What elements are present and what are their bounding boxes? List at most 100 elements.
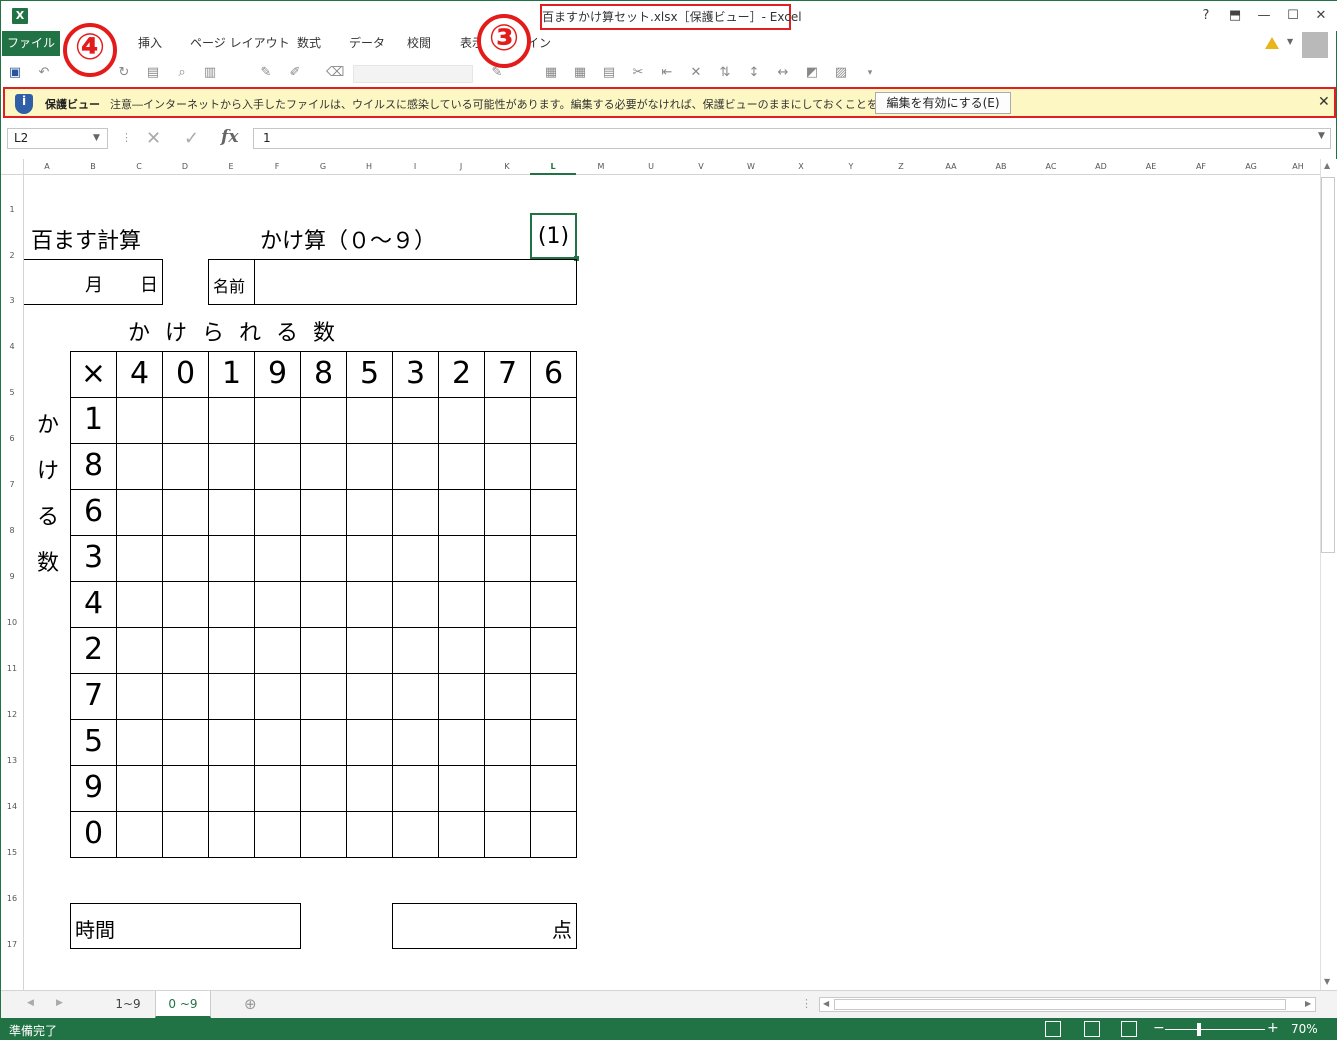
qat-font-box[interactable] [353, 65, 473, 83]
answer-cell[interactable] [392, 765, 439, 812]
column-header[interactable]: AG [1226, 159, 1276, 175]
answer-cell[interactable] [208, 673, 255, 720]
redo-icon[interactable]: ↻ [115, 64, 133, 82]
row-header[interactable]: 1 [1, 205, 23, 214]
row-header[interactable]: 6 [1, 434, 23, 443]
operator-cell[interactable]: × [70, 351, 117, 398]
column-header[interactable]: J [438, 159, 484, 175]
answer-cell[interactable] [484, 811, 531, 858]
expand-formula-icon[interactable]: ▼ [1318, 131, 1325, 141]
answer-cell[interactable] [438, 811, 485, 858]
column-header[interactable]: AD [1076, 159, 1126, 175]
answer-cell[interactable] [208, 765, 255, 812]
tab-data[interactable]: データ [349, 31, 385, 56]
tab-file[interactable]: ファイル [2, 31, 60, 56]
next-sheet-icon[interactable]: ▶ [56, 998, 63, 1008]
answer-cell[interactable] [162, 443, 209, 490]
column-header[interactable]: M [576, 159, 626, 175]
print-icon[interactable]: ▥ [201, 64, 219, 82]
answer-cell[interactable] [254, 627, 301, 674]
row-header[interactable]: 14 [1, 802, 23, 811]
zoom-out-icon[interactable]: − [1153, 1020, 1165, 1036]
ribbon-display-icon[interactable]: ⬒ [1222, 5, 1248, 27]
row-header[interactable]: 12 [1, 710, 23, 719]
answer-cell[interactable] [208, 397, 255, 444]
multiplier-cell[interactable]: 6 [70, 489, 117, 536]
row-header[interactable]: 9 [1, 572, 23, 581]
multiplier-cell[interactable]: 1 [70, 397, 117, 444]
answer-cell[interactable] [116, 765, 163, 812]
column-header[interactable]: W [726, 159, 776, 175]
column-header[interactable]: K [484, 159, 530, 175]
answer-cell[interactable] [162, 397, 209, 444]
answer-cell[interactable] [346, 811, 393, 858]
answer-cell[interactable] [346, 489, 393, 536]
column-header[interactable]: G [300, 159, 346, 175]
row-header[interactable]: 2 [1, 251, 23, 260]
column-header[interactable]: Y [826, 159, 876, 175]
answer-cell[interactable] [530, 627, 577, 674]
eraser-icon[interactable]: ⌫ [326, 64, 344, 82]
splitter-icon[interactable]: ⋮ [801, 997, 812, 1010]
multiplicand-cell[interactable]: 9 [254, 351, 301, 398]
column-header[interactable]: AF [1176, 159, 1226, 175]
answer-cell[interactable] [208, 581, 255, 628]
answer-cell[interactable] [346, 673, 393, 720]
selected-cell-L2[interactable]: (1) [530, 213, 577, 259]
horizontal-scrollbar[interactable]: ◀ ▶ [819, 997, 1316, 1012]
column-header[interactable]: X [776, 159, 826, 175]
answer-cell[interactable] [116, 443, 163, 490]
answer-cell[interactable] [254, 811, 301, 858]
col-width-icon[interactable]: ↔ [774, 64, 792, 82]
answer-cell[interactable] [208, 811, 255, 858]
answer-cell[interactable] [116, 719, 163, 766]
answer-cell[interactable] [300, 673, 347, 720]
answer-cell[interactable] [116, 811, 163, 858]
answer-cell[interactable] [392, 535, 439, 582]
answer-cell[interactable] [300, 765, 347, 812]
answer-cell[interactable] [300, 535, 347, 582]
chevron-down-icon[interactable]: ▼ [93, 128, 100, 149]
cut-cells-icon[interactable]: ✂ [629, 64, 647, 82]
answer-cell[interactable] [530, 489, 577, 536]
avatar[interactable] [1302, 32, 1328, 58]
answer-cell[interactable] [116, 397, 163, 444]
answer-cell[interactable] [162, 673, 209, 720]
tab-formulas[interactable]: 数式 [297, 31, 321, 56]
answer-cell[interactable] [530, 719, 577, 766]
answer-cell[interactable] [300, 811, 347, 858]
answer-cell[interactable] [162, 581, 209, 628]
answer-cell[interactable] [116, 535, 163, 582]
answer-cell[interactable] [346, 443, 393, 490]
sort-icon[interactable]: ⇅ [716, 64, 734, 82]
column-header[interactable]: I [392, 159, 438, 175]
row-header[interactable]: 4 [1, 342, 23, 351]
row-header[interactable]: 7 [1, 480, 23, 489]
answer-cell[interactable] [484, 443, 531, 490]
row-height-icon[interactable]: ↕ [745, 64, 763, 82]
tab-insert[interactable]: 挿入 [138, 31, 162, 56]
row-header[interactable]: 11 [1, 664, 23, 673]
cancel-icon[interactable]: ✕ [146, 128, 161, 149]
answer-cell[interactable] [438, 489, 485, 536]
multiplicand-cell[interactable]: 7 [484, 351, 531, 398]
column-header-active[interactable]: L [530, 159, 576, 175]
column-header[interactable]: V [676, 159, 726, 175]
answer-cell[interactable] [530, 765, 577, 812]
add-sheet-icon[interactable]: ⊕ [244, 995, 257, 1013]
tab-review[interactable]: 校閲 [407, 31, 431, 56]
answer-cell[interactable] [484, 627, 531, 674]
row-header[interactable]: 17 [1, 940, 23, 949]
column-header[interactable]: AB [976, 159, 1026, 175]
answer-cell[interactable] [438, 627, 485, 674]
row-header[interactable]: 10 [1, 618, 23, 627]
answer-cell[interactable] [300, 581, 347, 628]
answer-cell[interactable] [254, 443, 301, 490]
answer-cell[interactable] [116, 489, 163, 536]
answer-cell[interactable] [346, 719, 393, 766]
answer-cell[interactable] [438, 765, 485, 812]
formula-input[interactable]: 1 [253, 128, 1331, 149]
answer-cell[interactable] [208, 627, 255, 674]
multiplier-cell[interactable]: 5 [70, 719, 117, 766]
answer-cell[interactable] [162, 719, 209, 766]
